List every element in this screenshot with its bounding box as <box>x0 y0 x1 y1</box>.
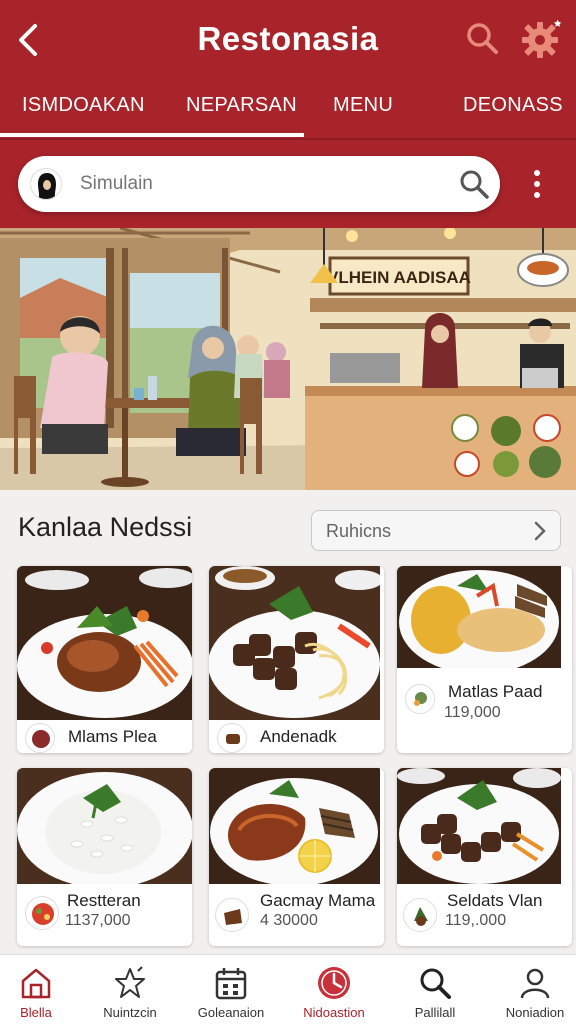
dish-card[interactable]: Restteran 1137,000 <box>17 768 192 946</box>
dish-card[interactable]: Gacmay Mama 4 30000 <box>209 768 384 946</box>
nav-item-noniadion[interactable]: Noniadion <box>494 955 576 1024</box>
dish-card[interactable]: Matlas Paad 119,000 <box>397 566 572 753</box>
dish-card[interactable]: Seldats Vlan 119,.000 <box>397 768 572 946</box>
dish-card[interactable]: Andenadk <box>209 566 384 753</box>
clock-icon <box>318 967 350 999</box>
nav-item-goleanaion[interactable]: Goleanaion <box>188 955 274 1024</box>
kebab-dot <box>534 170 540 176</box>
dish-price: 119,000 <box>444 704 501 721</box>
dish-price: 119,.000 <box>445 912 507 929</box>
dish-thumbnail <box>217 723 247 753</box>
settings-button[interactable] <box>516 14 564 62</box>
hijab-avatar-icon <box>37 173 57 199</box>
kebab-dot <box>534 181 540 187</box>
tab-deonass[interactable]: DEONASS <box>463 94 563 117</box>
user-icon <box>520 968 550 999</box>
nav-label: Blella <box>20 1005 52 1020</box>
tab-ismdoakan[interactable]: ISMDOAKAN <box>22 94 145 117</box>
dish-name: Restteran <box>67 891 141 910</box>
dish-card[interactable]: Mlams Plea <box>17 566 192 753</box>
top-bar: Restonasia <box>0 0 576 80</box>
active-tab-indicator <box>0 133 304 137</box>
dish-thumb-icon <box>27 725 54 752</box>
dish-info: Seldats Vlan 119,.000 <box>397 884 572 946</box>
search-submit-button[interactable] <box>458 168 490 200</box>
bottom-navigation: Blella Nuintzcin Goleanaion Nidoastion P… <box>0 954 576 1024</box>
star-icon <box>115 966 145 998</box>
dish-photo <box>397 566 561 668</box>
tabs-divider <box>0 138 576 140</box>
search-input[interactable] <box>80 166 440 202</box>
section-title: Kanlaa Nedssi <box>18 512 193 542</box>
dish-thumb-icon <box>407 686 434 713</box>
dish-name: Mlams Plea <box>68 727 157 746</box>
dish-thumb-icon <box>219 725 246 752</box>
kebab-dot <box>534 192 540 198</box>
search-icon <box>460 170 489 199</box>
search-icon <box>467 23 498 54</box>
user-avatar[interactable] <box>30 168 62 200</box>
calendar-icon <box>215 968 247 1000</box>
dish-thumb-icon <box>217 900 248 931</box>
nav-label: Goleanaion <box>197 1005 265 1020</box>
dish-thumbnail <box>25 723 55 753</box>
nav-item-blella[interactable]: Blella <box>0 955 72 1024</box>
nav-label: Noniadion <box>505 1005 565 1020</box>
home-icon <box>21 968 51 999</box>
dish-thumbnail <box>215 898 249 932</box>
dish-info: Andenadk <box>209 720 384 753</box>
search-bar[interactable] <box>18 156 500 212</box>
more-options-button[interactable] <box>524 164 550 204</box>
gear-icon <box>522 19 562 58</box>
dish-name: Andenadk <box>260 727 337 746</box>
dish-photo <box>17 566 192 720</box>
dish-thumb-icon <box>27 898 58 929</box>
nav-label: Pallilall <box>414 1005 456 1020</box>
dish-thumbnail <box>405 684 435 714</box>
dish-thumb-icon <box>405 900 436 931</box>
dish-photo <box>397 768 561 884</box>
restaurant-illustration: VLHEIN AADISAA <box>0 228 576 490</box>
dish-info: Gacmay Mama 4 30000 <box>209 884 384 946</box>
section-more-label: Ruhicns <box>326 521 392 541</box>
section-more-button[interactable]: Ruhicns <box>311 510 561 551</box>
restaurant-hero-image: VLHEIN AADISAA <box>0 228 576 490</box>
tab-neparsan[interactable]: NEPARSAN <box>186 94 297 117</box>
nav-label: Nidoastion <box>303 1005 365 1020</box>
chevron-right-icon <box>534 521 546 541</box>
tab-menu[interactable]: MENU <box>333 94 393 117</box>
tab-bar: ISMDOAKAN NEPARSAN MENU DEONASS <box>0 80 576 140</box>
dish-photo <box>209 566 380 720</box>
nav-label: Nuintzcin <box>103 1005 157 1020</box>
dish-thumbnail <box>403 898 437 932</box>
search-icon <box>420 968 451 999</box>
dish-info: Mlams Plea <box>17 720 192 753</box>
header-search-button[interactable] <box>460 16 504 60</box>
dish-info: Restteran 1137,000 <box>17 884 192 946</box>
nav-item-nidoastion[interactable]: Nidoastion <box>290 955 378 1024</box>
app-header: Restonasia ISMDOAKAN NEPARSAN MENU DEONA… <box>0 0 576 228</box>
dish-photo <box>209 768 380 884</box>
hero-sign-text: VLHEIN AADISAA <box>327 268 471 287</box>
dish-thumbnail <box>25 896 59 930</box>
nav-item-pallilall[interactable]: Pallilall <box>396 955 474 1024</box>
dish-name: Matlas Paad <box>448 682 543 701</box>
nav-item-nuintzcin[interactable]: Nuintzcin <box>88 955 172 1024</box>
dish-name: Gacmay Mama <box>260 891 376 910</box>
dish-price: 4 30000 <box>260 912 318 929</box>
dish-price: 1137,000 <box>65 912 131 929</box>
dish-info: Matlas Paad 119,000 <box>397 668 572 753</box>
dish-name: Seldats Vlan <box>447 891 543 910</box>
dish-photo <box>17 768 192 884</box>
